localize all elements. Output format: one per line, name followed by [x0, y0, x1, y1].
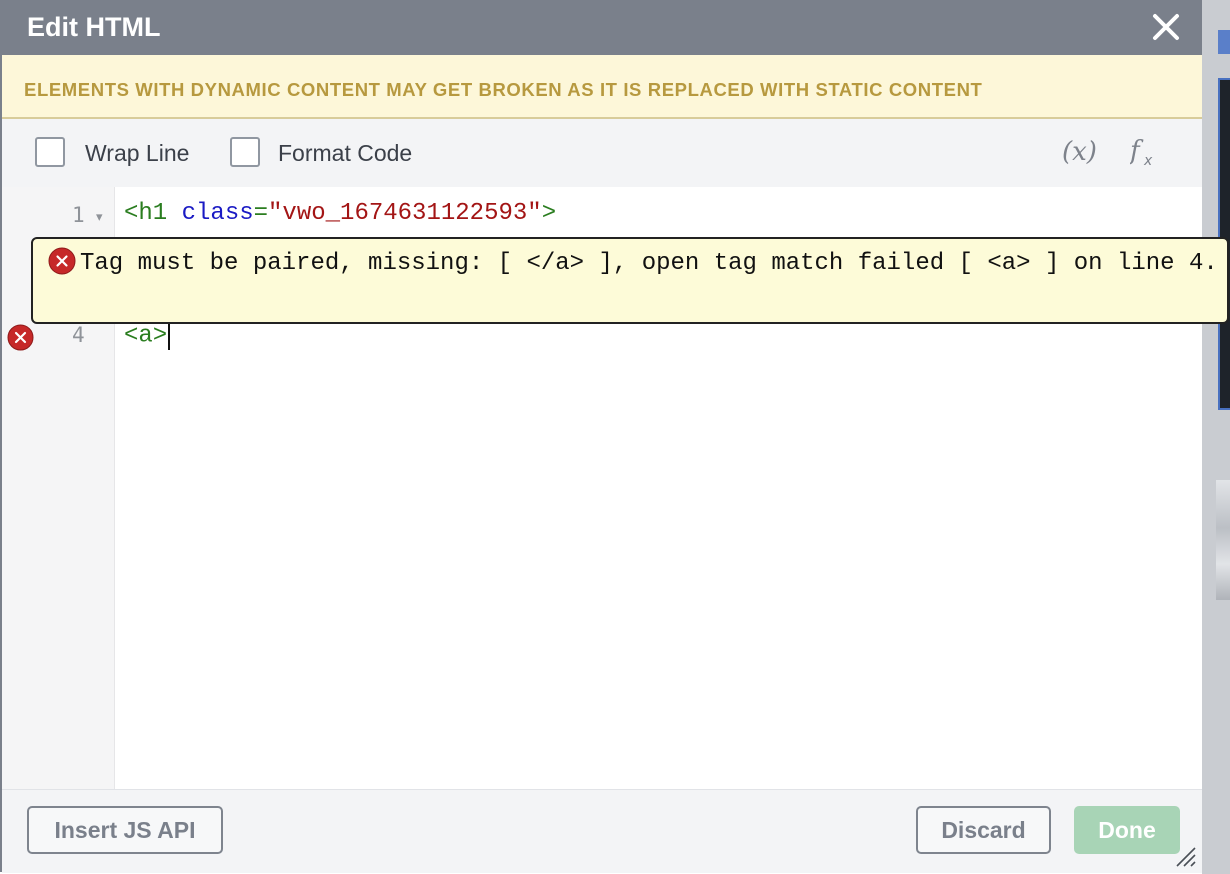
text-cursor: [168, 320, 171, 350]
format-code-label[interactable]: Format Code: [278, 140, 412, 167]
code-equals: =: [253, 200, 269, 227]
code-tag-open: <h1: [124, 200, 182, 227]
error-tooltip: Tag must be paired, missing: [ </a> ], o…: [31, 237, 1229, 324]
warning-text: ELEMENTS WITH DYNAMIC CONTENT MAY GET BR…: [24, 79, 983, 100]
code-line-1: <h1 class="vwo_1674631122593">: [124, 200, 556, 227]
close-button[interactable]: [1150, 10, 1182, 44]
dialog-title: Edit HTML: [27, 12, 161, 42]
resize-handle-icon[interactable]: [1174, 845, 1196, 867]
code-tag: <a>: [124, 322, 168, 350]
code-tag-close: >: [541, 200, 557, 227]
code-attribute: class: [181, 200, 254, 227]
format-code-checkbox[interactable]: [230, 137, 260, 167]
editor-toolbar: Wrap Line Format Code (x) f x: [2, 119, 1202, 188]
line-number: 1: [72, 203, 85, 227]
svg-text:x: x: [1143, 153, 1153, 167]
dynamic-content-warning: ELEMENTS WITH DYNAMIC CONTENT MAY GET BR…: [2, 55, 1202, 119]
wrap-line-label[interactable]: Wrap Line: [85, 140, 189, 167]
done-button[interactable]: Done: [1074, 806, 1180, 854]
discard-button[interactable]: Discard: [916, 806, 1051, 854]
close-icon: [1153, 14, 1179, 40]
insert-js-api-button[interactable]: Insert JS API: [27, 806, 223, 854]
code-string: "vwo_1674631122593": [268, 200, 542, 227]
background-page: [1202, 0, 1230, 874]
background-decoration: [1216, 480, 1230, 600]
code-line-4: <a>: [124, 320, 171, 350]
error-message: Tag must be paired, missing: [ </a> ], o…: [80, 250, 1218, 277]
insert-variable-icon[interactable]: (x): [1062, 137, 1097, 167]
error-icon: [7, 324, 34, 351]
svg-text:f: f: [1130, 137, 1144, 166]
wrap-line-checkbox[interactable]: [35, 137, 65, 167]
fold-toggle-icon[interactable]: ▾: [96, 209, 103, 225]
dialog-footer: Insert JS API Discard Done: [2, 789, 1202, 873]
edit-html-dialog: Edit HTML ELEMENTS WITH DYNAMIC CONTENT …: [0, 0, 1202, 873]
error-icon: [48, 247, 76, 275]
insert-function-icon[interactable]: f x: [1128, 136, 1162, 174]
line-number: 4: [72, 323, 85, 347]
dialog-title-bar: Edit HTML: [2, 0, 1202, 55]
background-blue-bar: [1218, 30, 1230, 54]
